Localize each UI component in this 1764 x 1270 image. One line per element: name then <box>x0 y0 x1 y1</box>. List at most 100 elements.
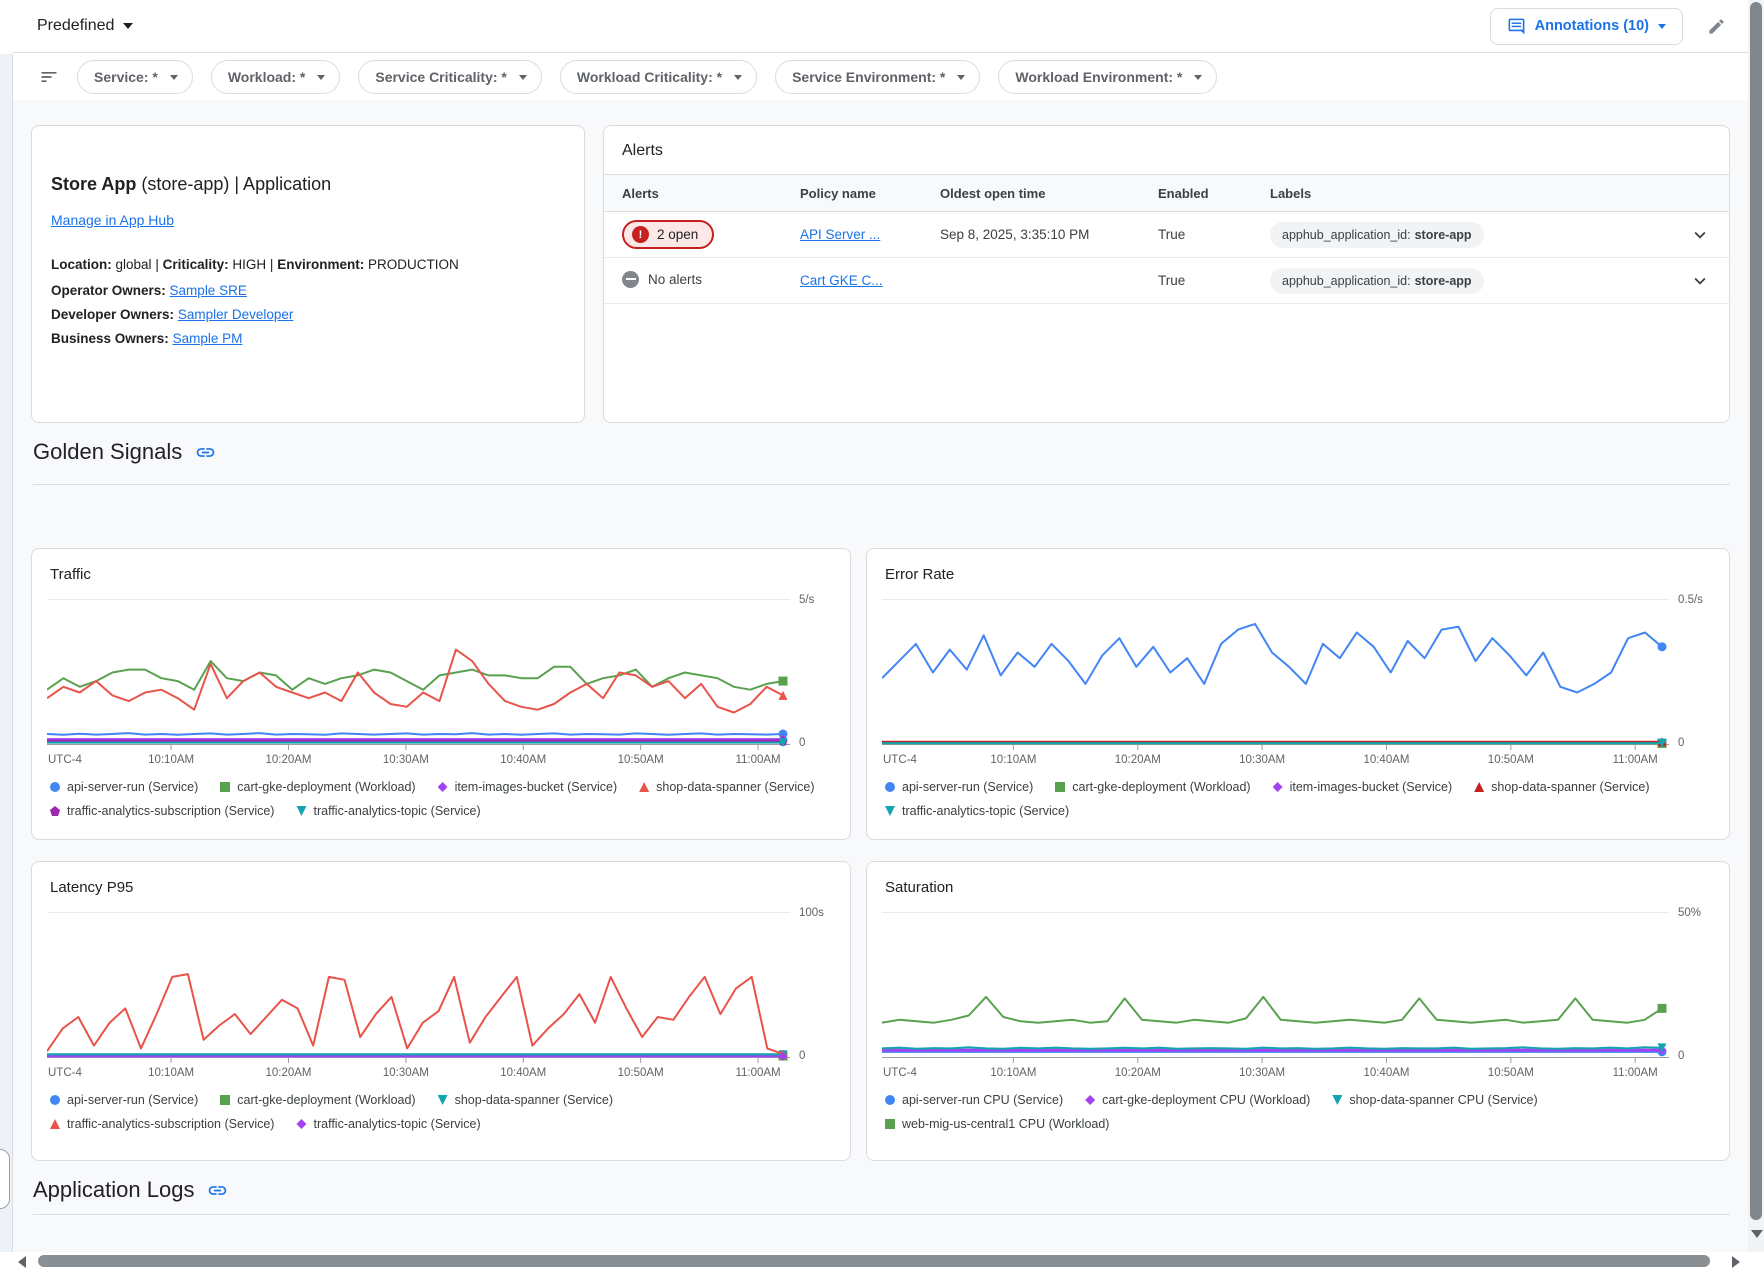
legend-label: cart-gke-deployment (Workload) <box>237 1093 415 1107</box>
comment-icon <box>1507 17 1526 36</box>
view-selector-dropdown[interactable]: Predefined <box>37 17 133 35</box>
triangle-down-marker-icon <box>885 806 895 816</box>
chevron-down-icon <box>1689 270 1711 292</box>
business-owners: Business Owners: Sample PM <box>51 331 564 346</box>
chart-y-axis: 0.5/s 0 <box>1669 599 1715 771</box>
legend-item[interactable]: api-server-run (Service) <box>885 780 1033 794</box>
filter-chip-service-criticality[interactable]: Service Criticality: * <box>358 60 542 94</box>
chart-legend: api-server-run (Service) cart-gke-deploym… <box>47 780 836 818</box>
legend-item[interactable]: api-server-run (Service) <box>50 780 198 794</box>
legend-item[interactable]: api-server-run CPU (Service) <box>885 1093 1063 1107</box>
chevron-down-icon <box>734 75 742 80</box>
expand-row-button[interactable] <box>1671 270 1729 292</box>
legend-item[interactable]: cart-gke-deployment CPU (Workload) <box>1085 1093 1310 1107</box>
pentagon-marker-icon <box>50 806 60 816</box>
legend-label: api-server-run CPU (Service) <box>902 1093 1063 1107</box>
business-owner-link[interactable]: Sample PM <box>173 331 243 346</box>
annotations-button[interactable]: Annotations (10) <box>1490 8 1683 45</box>
legend-item[interactable]: traffic-analytics-topic (Service) <box>296 1117 480 1131</box>
latency-chart-plot[interactable] <box>47 912 790 1064</box>
side-panel-handle[interactable] <box>0 1149 10 1209</box>
latency-p95-chart-card: Latency P95 UTC-410:10AM10:20AM10:30AM10… <box>31 861 851 1161</box>
x-tick-label: 10:50AM <box>1488 1067 1534 1079</box>
legend-item[interactable]: shop-data-spanner (Service) <box>438 1093 613 1107</box>
legend-item[interactable]: traffic-analytics-subscription (Service) <box>50 804 274 818</box>
horizontal-scrollbar[interactable] <box>13 1252 1748 1270</box>
horizontal-scrollbar-thumb[interactable] <box>38 1255 1710 1267</box>
application-meta: Location: global | Criticality: HIGH | E… <box>51 256 564 274</box>
x-tick-label: 10:40AM <box>1363 754 1409 766</box>
legend-label: cart-gke-deployment CPU (Workload) <box>1102 1093 1310 1107</box>
chevron-down-icon <box>1658 24 1666 29</box>
annotations-label: Annotations (10) <box>1535 18 1649 34</box>
operator-owners: Operator Owners: Sample SRE <box>51 283 564 298</box>
table-row[interactable]: !2 open API Server ... Sep 8, 2025, 3:35… <box>604 212 1729 258</box>
legend-item[interactable]: shop-data-spanner CPU (Service) <box>1332 1093 1537 1107</box>
link-icon[interactable] <box>207 1180 228 1201</box>
chart-x-axis: UTC-410:10AM10:20AM10:30AM10:40AM10:50AM… <box>47 1067 790 1084</box>
legend-item[interactable]: api-server-run (Service) <box>50 1093 198 1107</box>
filter-chip-service[interactable]: Service: * <box>77 60 193 94</box>
traffic-chart-plot[interactable] <box>47 599 790 751</box>
developer-owner-link[interactable]: Sampler Developer <box>178 307 294 322</box>
legend-label: item-images-bucket (Service) <box>455 780 618 794</box>
chart-title: Latency P95 <box>50 879 836 896</box>
circle-marker-icon <box>885 1095 895 1105</box>
legend-item[interactable]: cart-gke-deployment (Workload) <box>1055 780 1250 794</box>
vertical-scrollbar-thumb[interactable] <box>1750 2 1762 1220</box>
filter-chip-workload-environment[interactable]: Workload Environment: * <box>998 60 1217 94</box>
x-tick-label: 10:30AM <box>1239 1067 1285 1079</box>
error-circle-icon: ! <box>632 226 649 243</box>
policy-link[interactable]: API Server ... <box>800 227 880 242</box>
legend-item[interactable]: traffic-analytics-subscription (Service) <box>50 1117 274 1131</box>
x-tick-label: 11:00AM <box>735 754 780 766</box>
legend-item[interactable]: traffic-analytics-topic (Service) <box>296 804 480 818</box>
legend-label: cart-gke-deployment (Workload) <box>1072 780 1250 794</box>
manage-in-app-hub-link[interactable]: Manage in App Hub <box>51 212 174 228</box>
legend-item[interactable]: web-mig-us-central1 CPU (Workload) <box>885 1117 1109 1131</box>
x-tick-label: 10:20AM <box>265 754 311 766</box>
x-tick-label: 10:50AM <box>1488 754 1534 766</box>
view-selector-label: Predefined <box>37 17 114 35</box>
filter-chip-workload-criticality[interactable]: Workload Criticality: * <box>560 60 757 94</box>
enabled-value: True <box>1158 273 1270 288</box>
legend-item[interactable]: traffic-analytics-topic (Service) <box>885 804 1069 818</box>
filter-chip-workload[interactable]: Workload: * <box>211 60 341 94</box>
legend-item[interactable]: item-images-bucket (Service) <box>438 780 618 794</box>
expand-row-button[interactable] <box>1671 224 1729 246</box>
triangle-down-marker-icon <box>438 1095 448 1105</box>
legend-item[interactable]: shop-data-spanner (Service) <box>639 780 814 794</box>
legend-label: traffic-analytics-topic (Service) <box>313 804 480 818</box>
diamond-marker-icon <box>296 1119 306 1129</box>
legend-label: web-mig-us-central1 CPU (Workload) <box>902 1117 1109 1131</box>
timezone-label: UTC-4 <box>48 1067 82 1079</box>
scroll-right-arrow[interactable] <box>1732 1256 1740 1268</box>
vertical-scrollbar[interactable] <box>1748 0 1764 1252</box>
saturation-chart-plot[interactable] <box>882 912 1669 1064</box>
scroll-down-arrow[interactable] <box>1751 1230 1763 1238</box>
chart-title: Traffic <box>50 566 836 583</box>
filter-bar: Service: * Workload: * Service Criticali… <box>13 54 1748 100</box>
golden-signals-heading: Golden Signals <box>33 439 216 465</box>
circle-marker-icon <box>50 782 60 792</box>
legend-item[interactable]: cart-gke-deployment (Workload) <box>220 780 415 794</box>
scroll-left-arrow[interactable] <box>18 1256 26 1268</box>
edit-dashboard-button[interactable] <box>1707 17 1726 36</box>
legend-item[interactable]: shop-data-spanner (Service) <box>1474 780 1649 794</box>
operator-owner-link[interactable]: Sample SRE <box>170 283 247 298</box>
legend-item[interactable]: cart-gke-deployment (Workload) <box>220 1093 415 1107</box>
legend-item[interactable]: item-images-bucket (Service) <box>1273 780 1453 794</box>
error-rate-chart-plot[interactable] <box>882 599 1669 751</box>
x-tick-label: 10:20AM <box>1115 754 1161 766</box>
link-icon[interactable] <box>195 442 216 463</box>
table-row[interactable]: No alerts Cart GKE C... True apphub_appl… <box>604 258 1729 304</box>
x-tick-label: 10:30AM <box>383 1067 429 1079</box>
filter-chip-service-environment[interactable]: Service Environment: * <box>775 60 980 94</box>
x-tick-label: 11:00AM <box>1613 754 1658 766</box>
policy-link[interactable]: Cart GKE C... <box>800 273 883 288</box>
left-rail <box>0 54 13 1252</box>
square-marker-icon <box>220 782 230 792</box>
triangle-up-marker-icon <box>50 1119 60 1129</box>
diamond-marker-icon <box>1273 782 1283 792</box>
section-divider <box>33 1214 1730 1215</box>
